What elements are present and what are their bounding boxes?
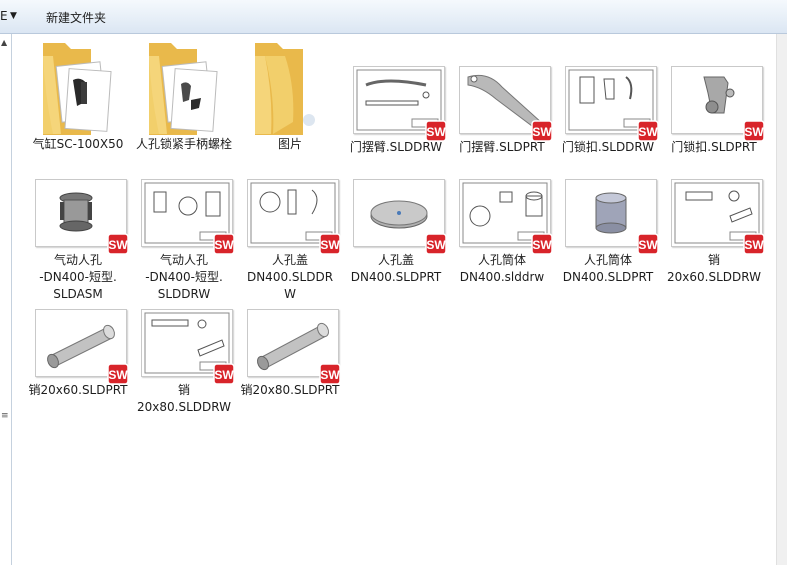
drawing-thumbnail: SW bbox=[459, 179, 553, 255]
svg-text:SW: SW bbox=[108, 238, 128, 252]
svg-text:SW: SW bbox=[320, 238, 340, 252]
svg-text:SW: SW bbox=[532, 238, 552, 252]
chevron-down-icon[interactable]: ▼ bbox=[10, 11, 17, 21]
svg-text:SW: SW bbox=[214, 368, 234, 382]
svg-text:SW: SW bbox=[320, 368, 340, 382]
svg-text:SW: SW bbox=[744, 238, 764, 252]
pane-splitter-grip-icon[interactable]: ≡ bbox=[1, 412, 9, 421]
organize-menu-truncated[interactable]: E bbox=[0, 9, 8, 23]
svg-text:SW: SW bbox=[638, 238, 658, 252]
file-item[interactable]: SW 销 20x80.SLDDRW bbox=[129, 309, 235, 429]
file-name: 人孔盖 DN400.SLDDR W bbox=[246, 253, 334, 301]
file-name: 门摆臂.SLDDRW bbox=[349, 140, 443, 154]
file-name: 气动人孔 -DN400-短型. SLDDRW bbox=[145, 253, 223, 301]
vertical-scrollbar[interactable] bbox=[776, 34, 787, 565]
part-thumbnail: SW bbox=[247, 309, 341, 385]
folder-icon bbox=[35, 40, 127, 135]
file-item[interactable]: SW 销 20x60.SLDDRW bbox=[659, 179, 765, 299]
file-name: 气缸SC-100X50 bbox=[32, 137, 124, 151]
file-item[interactable]: SW 人孔筒体 DN400.slddrw bbox=[447, 179, 553, 299]
new-folder-button[interactable]: 新建文件夹 bbox=[46, 9, 106, 26]
file-item[interactable]: SW 人孔筒体 DN400.SLDPRT bbox=[553, 179, 659, 299]
file-name: 销 20x60.SLDDRW bbox=[667, 253, 761, 284]
file-name: 门摆臂.SLDPRT bbox=[459, 140, 545, 154]
svg-text:SW: SW bbox=[532, 125, 552, 139]
file-item[interactable]: 人孔锁紧手柄螺栓 bbox=[129, 40, 233, 160]
file-item[interactable]: SW 门锁扣.SLDPRT bbox=[659, 66, 765, 186]
file-item[interactable]: SW 人孔盖 DN400.SLDDR W bbox=[235, 179, 341, 301]
drawing-thumbnail: SW bbox=[141, 179, 235, 255]
file-name: 人孔锁紧手柄螺栓 bbox=[135, 137, 232, 151]
file-name: 销20x80.SLDPRT bbox=[240, 383, 340, 397]
navigation-pane: ▲ ≡ bbox=[0, 34, 12, 565]
part-thumbnail: SW bbox=[671, 66, 765, 142]
file-name: 气动人孔 -DN400-短型. SLDASM bbox=[39, 253, 117, 301]
part-thumbnail: SW bbox=[35, 309, 129, 385]
file-item[interactable]: 图片 bbox=[235, 40, 339, 160]
svg-text:SW: SW bbox=[214, 238, 234, 252]
drawing-thumbnail: SW bbox=[671, 179, 765, 255]
file-name: 门锁扣.SLDDRW bbox=[561, 140, 655, 154]
svg-text:SW: SW bbox=[638, 125, 658, 139]
svg-text:SW: SW bbox=[744, 125, 764, 139]
svg-text:SW: SW bbox=[426, 125, 446, 139]
file-item[interactable]: SW 销20x80.SLDPRT bbox=[235, 309, 341, 429]
command-toolbar: E ▼ 新建文件夹 bbox=[0, 0, 787, 34]
file-item[interactable]: SW 门摆臂.SLDDRW bbox=[341, 66, 447, 186]
drawing-thumbnail: SW bbox=[141, 309, 235, 385]
file-name: 人孔筒体 DN400.SLDPRT bbox=[562, 253, 654, 284]
drawing-thumbnail: SW bbox=[247, 179, 341, 255]
scroll-up-icon[interactable]: ▲ bbox=[1, 38, 7, 47]
file-item[interactable]: SW 人孔盖 DN400.SLDPRT bbox=[341, 179, 447, 299]
part-thumbnail: SW bbox=[565, 179, 659, 255]
assembly-thumbnail: SW bbox=[35, 179, 129, 255]
file-item[interactable]: SW 气动人孔 -DN400-短型. SLDDRW bbox=[129, 179, 235, 301]
folder-icon bbox=[141, 40, 233, 135]
file-item[interactable]: SW 气动人孔 -DN400-短型. SLDASM bbox=[23, 179, 129, 301]
file-name: 销20x60.SLDPRT bbox=[28, 383, 128, 397]
file-item[interactable]: 气缸SC-100X50 bbox=[23, 40, 127, 160]
folder-icon bbox=[247, 40, 339, 135]
svg-text:SW: SW bbox=[426, 238, 446, 252]
part-thumbnail: SW bbox=[459, 66, 553, 142]
file-name: 门锁扣.SLDPRT bbox=[671, 140, 757, 154]
file-item[interactable]: SW 门锁扣.SLDDRW bbox=[553, 66, 659, 186]
file-item[interactable]: SW 销20x60.SLDPRT bbox=[23, 309, 129, 429]
drawing-thumbnail: SW bbox=[353, 66, 447, 142]
file-item[interactable]: SW 门摆臂.SLDPRT bbox=[447, 66, 553, 186]
file-name: 销 20x80.SLDDRW bbox=[137, 383, 231, 414]
svg-text:SW: SW bbox=[108, 368, 128, 382]
file-name: 人孔筒体 DN400.slddrw bbox=[459, 253, 545, 284]
file-name: 图片 bbox=[277, 137, 302, 151]
file-name: 人孔盖 DN400.SLDPRT bbox=[350, 253, 442, 284]
part-thumbnail: SW bbox=[353, 179, 447, 255]
drawing-thumbnail: SW bbox=[565, 66, 659, 142]
